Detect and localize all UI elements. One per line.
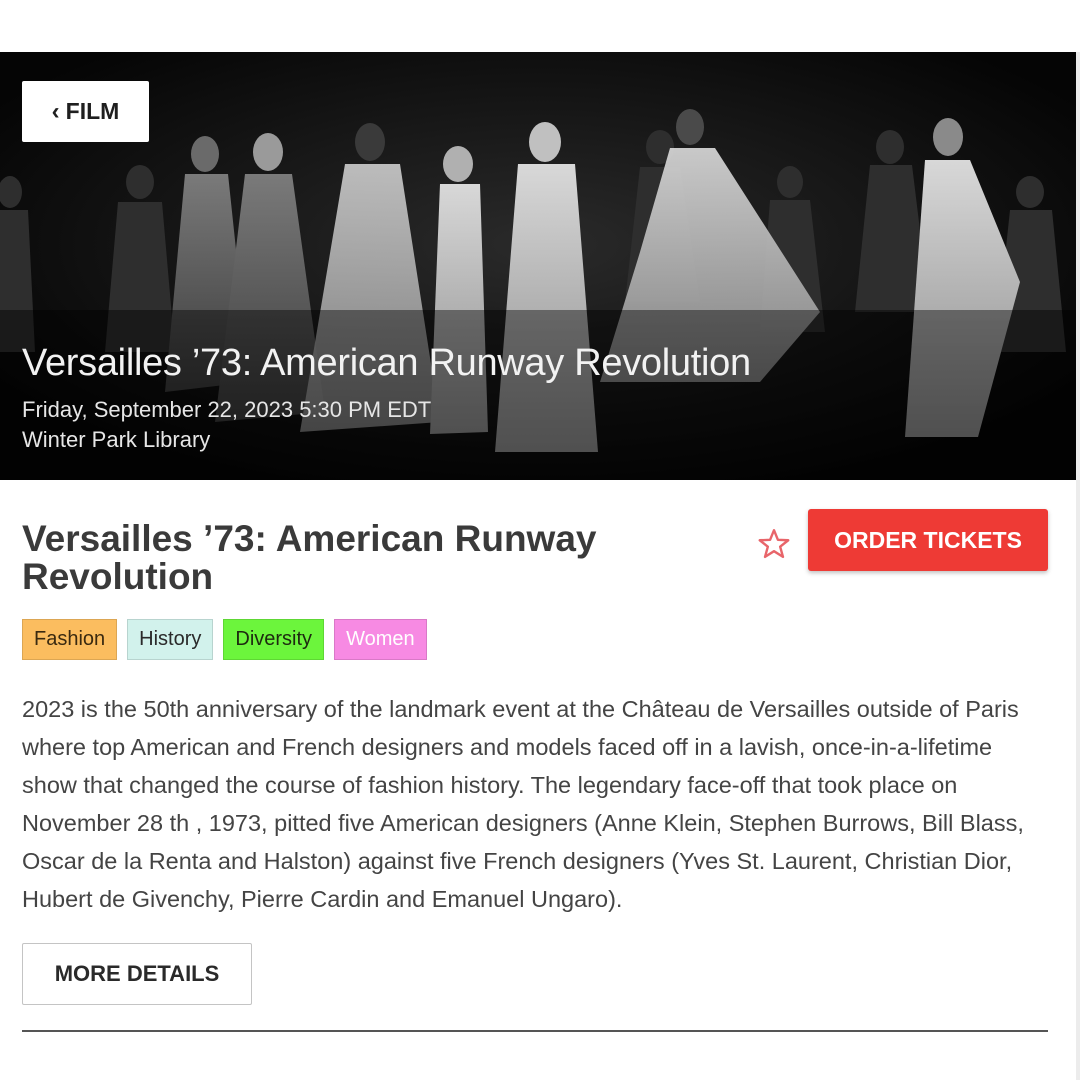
hero-banner: ‹ FILM Versailles ’73: American Runway R… xyxy=(0,52,1076,480)
tag-diversity[interactable]: Diversity xyxy=(223,619,325,660)
chevron-left-icon: ‹ xyxy=(51,97,60,125)
category-tags: Fashion History Diversity Women xyxy=(22,619,427,660)
hero-venue: Winter Park Library xyxy=(22,427,211,452)
hero-title: Versailles ’73: American Runway Revoluti… xyxy=(22,342,751,384)
hero-caption-overlay xyxy=(0,310,1076,480)
tag-history[interactable]: History xyxy=(127,619,214,660)
event-title: Versailles ’73: American Runway Revoluti… xyxy=(22,518,597,597)
back-to-film-button[interactable]: ‹ FILM xyxy=(22,81,149,142)
more-details-button[interactable]: MORE DETAILS xyxy=(22,943,252,1005)
star-outline-icon[interactable] xyxy=(756,526,792,562)
order-tickets-button[interactable]: ORDER TICKETS xyxy=(808,509,1048,571)
section-divider xyxy=(22,1030,1048,1032)
event-description: 2023 is the 50th anniversary of the land… xyxy=(22,696,1024,912)
tag-fashion[interactable]: Fashion xyxy=(22,619,118,660)
tag-women[interactable]: Women xyxy=(334,619,427,660)
back-button-label: FILM xyxy=(65,98,120,124)
hero-datetime: Friday, September 22, 2023 5:30 PM EDT xyxy=(22,397,432,422)
scrollbar[interactable] xyxy=(1076,52,1080,1080)
